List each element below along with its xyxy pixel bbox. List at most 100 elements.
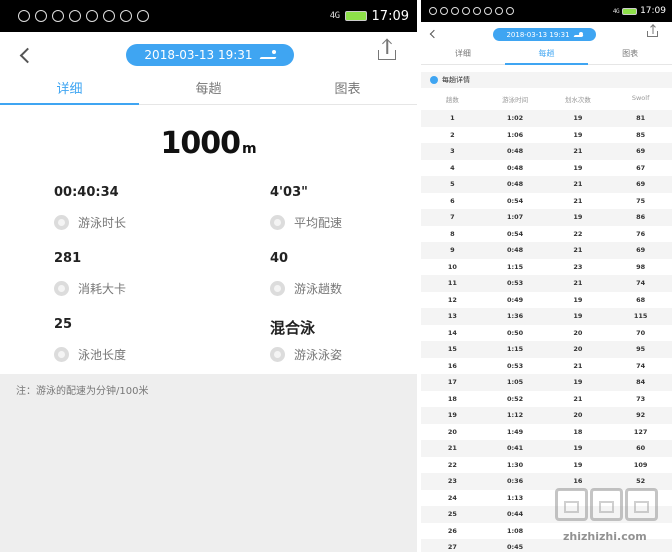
- section-title: 每趟详情: [421, 72, 672, 88]
- table-cell: 9: [450, 246, 455, 255]
- tab-bar: 详细 每趟 图表: [421, 48, 672, 65]
- table-cell: 1:08: [507, 526, 524, 535]
- image-icon: [120, 10, 132, 22]
- flame-icon: [54, 281, 69, 296]
- table-cell: 19: [573, 213, 583, 222]
- table-cell: 16: [447, 361, 457, 370]
- stat-pace: 4'03" 平均配速: [270, 185, 417, 231]
- stat-value: 281: [54, 251, 82, 266]
- table-cell: 70: [636, 328, 646, 337]
- share-icon[interactable]: [647, 24, 658, 37]
- tab-chart[interactable]: 图表: [588, 48, 672, 64]
- vibrate-icon: [35, 10, 47, 22]
- table-cell: 0:45: [507, 543, 524, 552]
- table-cell: 69: [636, 147, 646, 156]
- column-swim-time: 游泳时间: [502, 96, 529, 104]
- table-cell: 20: [573, 328, 583, 337]
- vibrate-icon: [440, 7, 448, 15]
- per-lap-screen: 4G 17:09 2018-03-13 19:31 详细 每趟 图表 每趟详情 …: [421, 0, 672, 552]
- table-cell: 5: [450, 180, 455, 189]
- table-cell: 76: [636, 229, 646, 238]
- record-datetime: 2018-03-13 19:31: [506, 30, 570, 39]
- table-cell: 75: [636, 196, 646, 205]
- tab-detail[interactable]: 详细: [0, 78, 139, 105]
- table-cell: 21: [573, 180, 583, 189]
- share-icon[interactable]: [378, 38, 396, 60]
- table-cell: 3: [450, 147, 455, 156]
- table-cell: 0:49: [507, 295, 524, 304]
- bluetooth-icon: [429, 7, 437, 15]
- table-row: 10 1:15 23 98: [421, 259, 672, 276]
- table-cell: 0:50: [507, 328, 524, 337]
- table-row: 22 1:30 19 109: [421, 457, 672, 474]
- table-row: 9 0:48 21 69: [421, 242, 672, 259]
- tab-chart[interactable]: 图表: [278, 78, 417, 104]
- table-cell: 109: [633, 460, 648, 469]
- table-row: 15 1:15 20 95: [421, 341, 672, 358]
- table-cell: 19: [573, 295, 583, 304]
- table-row: 21 0:41 19 60: [421, 440, 672, 457]
- table-cell: 1: [450, 114, 455, 123]
- table-cell: 52: [636, 477, 646, 486]
- date-pill: 2018-03-13 19:31: [126, 44, 294, 66]
- detail-screen: 4G 17:09 2018-03-13 19:31 详细 每趟 图表 1000 m…: [0, 0, 417, 552]
- stat-label: 游泳趟数: [294, 282, 343, 296]
- table-row: 6 0:54 21 75: [421, 193, 672, 210]
- table-header: 趟数 游泳时间 划水次数 Swolf: [421, 94, 672, 104]
- header: 2018-03-13 19:31: [421, 24, 672, 47]
- table-cell: 23: [573, 262, 583, 271]
- tab-per-lap[interactable]: 每趟: [504, 48, 589, 65]
- table-cell: 6: [450, 196, 455, 205]
- table-cell: 21: [573, 246, 583, 255]
- table-cell: 16: [573, 477, 583, 486]
- table-cell: 1:05: [507, 378, 524, 387]
- stat-label: 平均配速: [294, 216, 343, 230]
- table-cell: 1:36: [507, 312, 524, 321]
- table-cell: 0:48: [507, 246, 524, 255]
- record-datetime: 2018-03-13 19:31: [144, 48, 253, 62]
- table-row: 4 0:48 19 67: [421, 160, 672, 177]
- table-cell: 85: [636, 130, 646, 139]
- table-cell: 25: [447, 510, 457, 519]
- table-cell: 13: [447, 312, 457, 321]
- chat-icon: [137, 10, 149, 22]
- swim-icon: [574, 31, 583, 38]
- table-row: 16 0:53 21 74: [421, 358, 672, 375]
- table-row: 5 0:48 21 69: [421, 176, 672, 193]
- app-icon: [484, 7, 492, 15]
- distance-unit: m: [241, 141, 257, 157]
- tab-detail[interactable]: 详细: [421, 48, 505, 64]
- image-icon: [495, 7, 503, 15]
- table-cell: 19: [573, 312, 583, 321]
- back-icon[interactable]: [19, 47, 36, 64]
- table-row: 2 1:06 19 85: [421, 127, 672, 144]
- stat-value: 40: [270, 251, 289, 266]
- stat-label: 游泳泳姿: [294, 348, 343, 362]
- stat-duration: 00:40:34 游泳时长: [54, 185, 204, 231]
- table-cell: 20: [573, 411, 583, 420]
- table-cell: 20: [447, 427, 457, 436]
- table-cell: 19: [573, 378, 583, 387]
- table-cell: 98: [636, 262, 646, 271]
- table-cell: 19: [573, 114, 583, 123]
- table-cell: 19: [573, 163, 583, 172]
- network-indicator: 4G: [329, 11, 340, 21]
- pace-icon: [270, 215, 285, 230]
- date-pill: 2018-03-13 19:31: [493, 28, 596, 41]
- table-cell: 68: [636, 295, 646, 304]
- tab-per-lap[interactable]: 每趟: [139, 78, 278, 104]
- table-row: 1 1:02 19 81: [421, 110, 672, 127]
- column-swolf: Swolf: [631, 94, 650, 102]
- table-cell: 1:15: [507, 345, 524, 354]
- table-cell: 11: [447, 279, 457, 288]
- table-cell: 1:07: [507, 213, 524, 222]
- table-cell: 20: [573, 345, 583, 354]
- table-cell: 0:53: [507, 279, 524, 288]
- total-distance: 1000 m: [0, 126, 417, 161]
- back-icon[interactable]: [429, 29, 439, 39]
- table-cell: 0:48: [507, 147, 524, 156]
- swim-icon: [260, 50, 276, 60]
- table-cell: 23: [447, 477, 457, 486]
- table-cell: 0:54: [507, 196, 524, 205]
- table-row: 17 1:05 19 84: [421, 374, 672, 391]
